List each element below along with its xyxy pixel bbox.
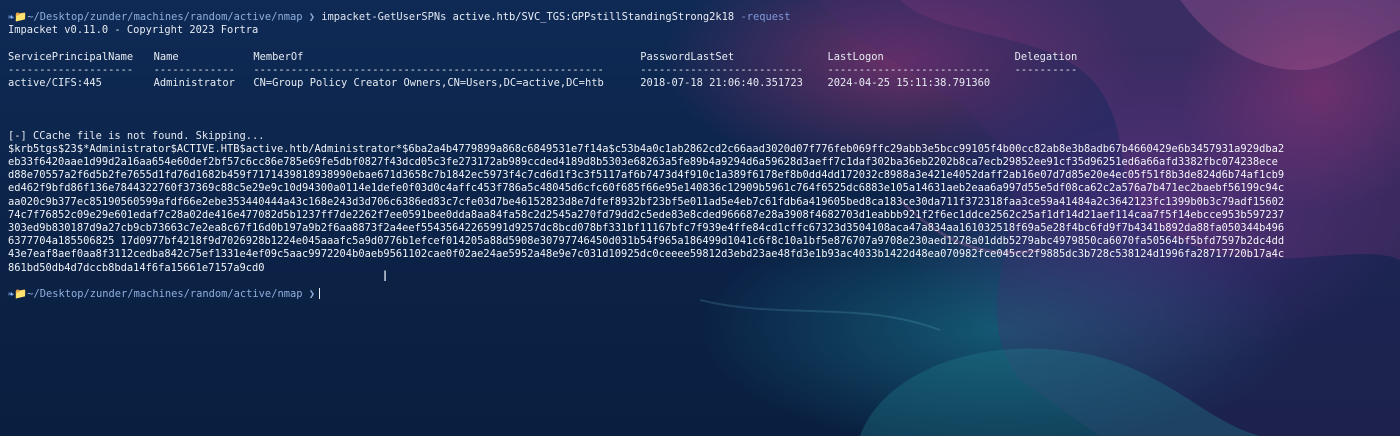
cell-member-of: CN=Group Policy Creator Owners,CN=Users,…: [253, 76, 604, 89]
folder-icon: 📁: [14, 287, 28, 300]
terminal-output: ❧📁~/Desktop/zunder/machines/random/activ…: [8, 11, 1396, 301]
hash-line: 861bd50db4d7dccb8bda14f6fa15661e7157a9cd…: [8, 261, 265, 274]
separator-member-of: ----------------------------------------…: [253, 63, 604, 76]
ccache-message: [-] CCache file is not found. Skipping..…: [8, 129, 265, 142]
hash-line: 303ed9b830187d9a27cb9cb73663c7e2ea8c67f1…: [8, 222, 1285, 234]
prompt-line: ❧📁~/Desktop/zunder/machines/random/activ…: [8, 11, 1396, 24]
header-service-principal-name: ServicePrincipalName: [8, 50, 134, 63]
cell-password-last-set: 2018-07-18 21:06:40.351723: [640, 76, 803, 89]
header-last-logon: LastLogon: [827, 50, 884, 63]
command-name: impacket-GetUserSPNs: [321, 11, 447, 23]
text-cursor: [319, 288, 321, 300]
cell-name: Administrator: [153, 76, 235, 89]
folder-icon: 📁: [14, 11, 28, 23]
mouse-ibeam-cursor-icon: I: [383, 269, 388, 285]
hash-line: d88e70557a2f6d5b2fe7655d1fd76d1682b459f7…: [8, 169, 1285, 182]
header-member-of: MemberOf: [253, 50, 304, 63]
command-flag: -request: [740, 11, 791, 23]
table-header-row: ServicePrincipalName Name MemberOf Password…: [8, 51, 1396, 64]
header-delegation: Delegation: [1014, 50, 1078, 63]
header-password-last-set: PasswordLastSet: [640, 50, 735, 63]
terminal-window[interactable]: ❧📁~/Desktop/zunder/machines/random/activ…: [0, 0, 1400, 436]
separator-service-principal-name: --------------------: [8, 63, 134, 76]
kerberos-hash-block[interactable]: $krb5tgs$23$*Administrator$ACTIVE.HTB$ac…: [8, 143, 1396, 275]
separator-password-last-set: --------------------------: [640, 63, 803, 76]
prompt-path: ~/Desktop/zunder/machines/random/active/…: [27, 11, 303, 23]
prompt-path: ~/Desktop/zunder/machines/random/active/…: [27, 287, 303, 300]
separator-last-logon: --------------------------: [827, 63, 991, 76]
prompt-arrow-icon: ❯: [308, 11, 316, 23]
hash-line: $krb5tgs$23$*Administrator$ACTIVE.HTB$ac…: [8, 142, 1285, 155]
version-line: Impacket v0.11.0 - Copyright 2023 Fortra: [8, 24, 259, 37]
hash-line: 43e7eaf8aef0aa8f3112cedba842c75ef1331e4e…: [8, 248, 1285, 261]
prompt-arrow-icon: ❯: [308, 287, 316, 300]
command-argument: active.htb/SVC_TGS:GPPstillStandingStron…: [452, 11, 735, 23]
hash-line: eb33f6420aae1d99d2a16aa654e60def2bf57c6c…: [8, 156, 1278, 169]
hash-line: ed462f9bfd86f136e7844322760f37369c88c5e2…: [8, 182, 1285, 195]
cell-service-principal-name: active/CIFS:445: [8, 76, 102, 89]
hash-line: 6377704a185506825 17d0977bf4218f9d702692…: [8, 235, 1285, 248]
prompt-line-current[interactable]: ❧📁~/Desktop/zunder/machines/random/activ…: [8, 288, 1396, 301]
cell-last-logon: 2024-04-25 15:11:38.791360: [827, 76, 991, 89]
table-separator-row: -------------------- ------------- -------…: [8, 64, 1396, 77]
separator-delegation: ----------: [1014, 63, 1078, 76]
hash-line: 74c7f76852c09e29e601edaf7c28a02de416e477…: [8, 208, 1285, 221]
separator-name: -------------: [153, 63, 235, 76]
table-row: active/CIFS:445 Administrator CN=Group Pol…: [8, 77, 1396, 90]
hash-line: aa020c9b377ec85190560599afdf66e2ebe35344…: [8, 195, 1285, 208]
header-name: Name: [153, 50, 179, 63]
